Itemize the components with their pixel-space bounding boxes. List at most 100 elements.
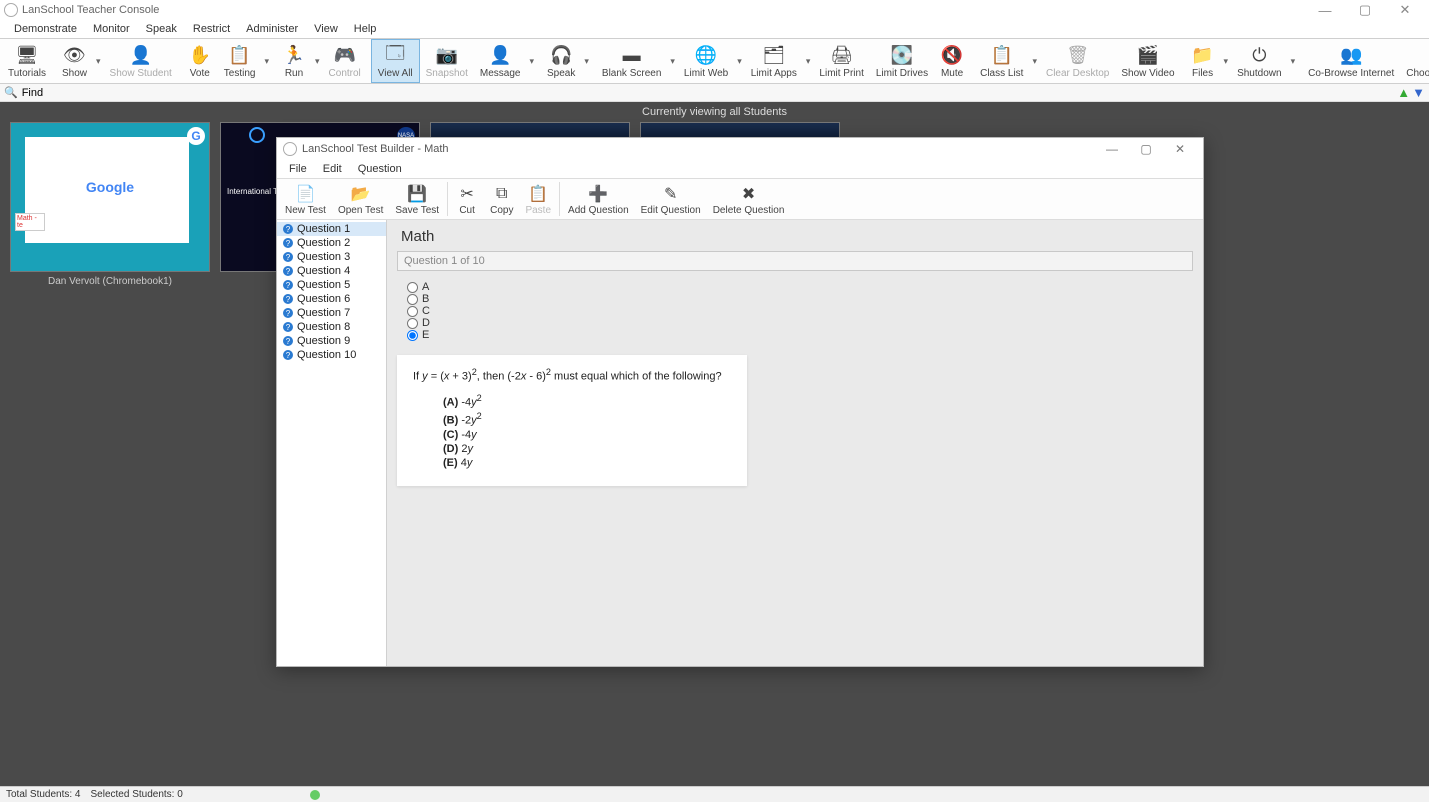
dlg-toolbar-copy[interactable]: ⧉Copy xyxy=(484,179,519,219)
answer-radio[interactable] xyxy=(407,282,418,293)
toolbar-limit-web[interactable]: 🌐Limit Web xyxy=(678,39,734,83)
dialog-maximize-button[interactable]: ▢ xyxy=(1129,139,1163,159)
dialog-menu-item[interactable]: File xyxy=(281,161,315,177)
menu-item[interactable]: Restrict xyxy=(185,21,238,37)
menu-item[interactable]: View xyxy=(306,21,346,37)
toolbar-clear-desktop: 🗑Clear Desktop xyxy=(1040,39,1115,83)
answer-letter: C xyxy=(422,305,430,317)
toolbar-run[interactable]: 🏃Run xyxy=(276,39,312,83)
menu-item[interactable]: Monitor xyxy=(85,21,138,37)
answer-letter: E xyxy=(422,329,429,341)
question-list-item[interactable]: ?Question 4 xyxy=(277,264,386,278)
dlg-toolbar-add-question[interactable]: ➕Add Question xyxy=(562,179,635,219)
addq-icon: ➕ xyxy=(587,183,609,205)
maximize-button[interactable]: ▢ xyxy=(1345,0,1385,20)
close-button[interactable]: ✕ xyxy=(1385,0,1425,20)
nav-up-icon[interactable]: ▲ xyxy=(1397,85,1410,100)
answer-radio[interactable] xyxy=(407,318,418,329)
answer-option[interactable]: C xyxy=(407,305,1193,317)
toolbar-shutdown[interactable]: ⏻Shutdown xyxy=(1231,39,1287,83)
dialog-titlebar: LanSchool Test Builder - Math — ▢ ✕ xyxy=(277,138,1203,160)
dialog-menu-item[interactable]: Question xyxy=(350,161,410,177)
toolbar-label: Snapshot xyxy=(426,68,468,79)
dlg-toolbar-open-test[interactable]: 📂Open Test xyxy=(332,179,389,219)
person-icon: 👤 xyxy=(488,44,512,68)
dropdown-arrow-icon[interactable]: ▾ xyxy=(581,56,592,67)
question-list-item[interactable]: ?Question 9 xyxy=(277,334,386,348)
question-list-item[interactable]: ?Question 3 xyxy=(277,250,386,264)
dropdown-arrow-icon[interactable]: ▾ xyxy=(261,56,272,67)
toolbar-co-browse-internet[interactable]: 👥Co-Browse Internet xyxy=(1302,39,1400,83)
toolbar-label: Choose Random xyxy=(1406,68,1429,79)
dialog-close-button[interactable]: ✕ xyxy=(1163,139,1197,159)
toolbar-view-all[interactable]: 🗔View All xyxy=(371,39,420,83)
question-list-item[interactable]: ?Question 6 xyxy=(277,292,386,306)
toolbar-show-student: 👤Show Student xyxy=(104,39,178,83)
find-label[interactable]: Find xyxy=(22,87,43,99)
toolbar-blank-screen[interactable]: ▬Blank Screen xyxy=(596,39,667,83)
toolbar-files[interactable]: 📁Files xyxy=(1185,39,1221,83)
menu-item[interactable]: Help xyxy=(346,21,385,37)
dropdown-arrow-icon[interactable]: ▾ xyxy=(803,56,814,67)
toolbar-limit-apps[interactable]: 🗂Limit Apps xyxy=(745,39,803,83)
toolbar-mute[interactable]: 🔇Mute xyxy=(934,39,970,83)
question-list-item[interactable]: ?Question 1 xyxy=(277,222,386,236)
answer-option[interactable]: E xyxy=(407,329,1193,341)
answer-option[interactable]: D xyxy=(407,317,1193,329)
toolbar-limit-drives[interactable]: 💽Limit Drives xyxy=(870,39,934,83)
toolbar-message[interactable]: 👤Message xyxy=(474,39,527,83)
question-list-item[interactable]: ?Question 10 xyxy=(277,348,386,362)
toolbar-limit-print[interactable]: 🖨Limit Print xyxy=(813,39,869,83)
question-list-item[interactable]: ?Question 5 xyxy=(277,278,386,292)
thumb-text: International T xyxy=(227,187,278,196)
dlg-toolbar-save-test[interactable]: 💾Save Test xyxy=(389,179,445,219)
student-thumbnail[interactable]: G Google Math - te xyxy=(10,122,210,272)
answer-option[interactable]: B xyxy=(407,293,1193,305)
minimize-button[interactable]: — xyxy=(1305,0,1345,20)
toolbar-tutorials[interactable]: 🖥Tutorials xyxy=(2,39,52,83)
question-list-item[interactable]: ?Question 8 xyxy=(277,320,386,334)
toolbar-vote[interactable]: ✋Vote xyxy=(182,39,218,83)
toolbar-show-video[interactable]: 🎬Show Video xyxy=(1115,39,1180,83)
dialog-title: LanSchool Test Builder - Math xyxy=(302,143,449,155)
answer-option[interactable]: A xyxy=(407,281,1193,293)
dialog-minimize-button[interactable]: — xyxy=(1095,139,1129,159)
menu-item[interactable]: Demonstrate xyxy=(6,21,85,37)
toolbar-show[interactable]: 👁Show xyxy=(56,39,93,83)
toolbar-snapshot: 📷Snapshot xyxy=(420,39,474,83)
dlg-toolbar-delete-question[interactable]: ✖Delete Question xyxy=(707,179,791,219)
answer-radio[interactable] xyxy=(407,330,418,341)
open-icon: 📂 xyxy=(350,183,372,205)
toolbar-label: Limit Drives xyxy=(876,68,928,79)
status-total: Total Students: 4 xyxy=(6,789,81,800)
dropdown-arrow-icon[interactable]: ▾ xyxy=(526,56,537,67)
answer-radio[interactable] xyxy=(407,294,418,305)
question-list-label: Question 2 xyxy=(297,237,350,249)
dlg-toolbar-edit-question[interactable]: ✎Edit Question xyxy=(635,179,707,219)
menu-item[interactable]: Speak xyxy=(138,21,185,37)
dropdown-arrow-icon[interactable]: ▾ xyxy=(93,56,104,67)
dlg-toolbar-new-test[interactable]: 📄New Test xyxy=(279,179,332,219)
menu-item[interactable]: Administer xyxy=(238,21,306,37)
dropdown-arrow-icon[interactable]: ▾ xyxy=(1221,56,1232,67)
question-list-item[interactable]: ?Question 2 xyxy=(277,236,386,250)
dropdown-arrow-icon[interactable]: ▾ xyxy=(667,56,678,67)
files-icon: 📁 xyxy=(1191,44,1215,68)
toolbar-speak[interactable]: 🎧Speak xyxy=(541,39,581,83)
question-list-item[interactable]: ?Question 7 xyxy=(277,306,386,320)
dropdown-arrow-icon[interactable]: ▾ xyxy=(312,56,323,67)
dropdown-arrow-icon[interactable]: ▾ xyxy=(734,56,745,67)
printer-icon: 🖨 xyxy=(830,44,854,68)
dropdown-arrow-icon[interactable]: ▾ xyxy=(1288,56,1299,67)
toolbar-class-list[interactable]: 📋Class List xyxy=(974,39,1029,83)
dlg-toolbar-cut[interactable]: ✂Cut xyxy=(450,179,484,219)
dialog-menu-item[interactable]: Edit xyxy=(315,161,350,177)
toolbar-choose-random[interactable]: 🔀Choose Random xyxy=(1400,39,1429,83)
toolbar-testing[interactable]: 📋Testing xyxy=(218,39,262,83)
toolbar-label: Limit Web xyxy=(684,68,728,79)
nav-down-icon[interactable]: ▼ xyxy=(1412,85,1425,100)
answer-choice: (D) 2y xyxy=(443,442,731,456)
question-list-label: Question 9 xyxy=(297,335,350,347)
answer-radio[interactable] xyxy=(407,306,418,317)
dropdown-arrow-icon[interactable]: ▾ xyxy=(1029,56,1040,67)
